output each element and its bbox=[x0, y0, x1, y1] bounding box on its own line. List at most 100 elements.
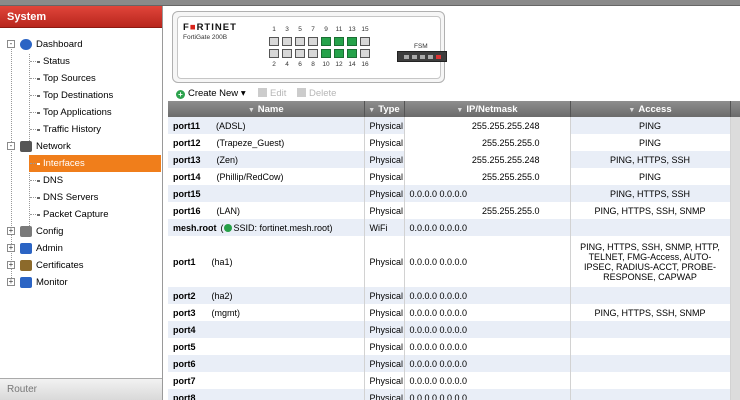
sidebar-item-admin[interactable]: + Admin bbox=[0, 240, 162, 257]
port-icon[interactable] bbox=[347, 49, 357, 58]
port-number: 15 bbox=[361, 26, 369, 33]
interface-name[interactable]: port16 bbox=[173, 206, 201, 216]
port-icon[interactable] bbox=[321, 37, 331, 46]
port-icon[interactable] bbox=[334, 49, 344, 58]
cell-access bbox=[570, 321, 731, 338]
sidebar-item-status[interactable]: Status bbox=[0, 53, 162, 70]
bullet-icon bbox=[37, 129, 40, 131]
sidebar-item-interfaces[interactable]: Interfaces bbox=[0, 155, 162, 172]
cell-name: port2 (ha2) bbox=[168, 287, 365, 304]
sidebar-item-dns-servers[interactable]: DNS Servers bbox=[0, 189, 162, 206]
interface-name[interactable]: port5 bbox=[173, 342, 196, 352]
sidebar-item-dns[interactable]: DNS bbox=[0, 172, 162, 189]
collapse-icon[interactable]: - bbox=[7, 142, 15, 150]
bullet-icon bbox=[37, 214, 40, 216]
interface-name[interactable]: port13 bbox=[173, 155, 201, 165]
interface-name[interactable]: port8 bbox=[173, 393, 196, 400]
table-row[interactable]: port7 Physical 0.0.0.0 0.0.0.0 bbox=[168, 372, 740, 389]
sidebar-item-label: Top Sources bbox=[43, 73, 96, 84]
sidebar-item-dashboard[interactable]: - Dashboard bbox=[0, 36, 162, 53]
port-icon[interactable] bbox=[347, 37, 357, 46]
table-row[interactable]: port5 Physical 0.0.0.0 0.0.0.0 bbox=[168, 338, 740, 355]
interface-name[interactable]: port14 bbox=[173, 172, 201, 182]
table-row[interactable]: port3 (mgmt) Physical 0.0.0.0 0.0.0.0 PING, … bbox=[168, 304, 740, 321]
sidebar-item-label: Network bbox=[36, 141, 71, 152]
expand-icon[interactable]: + bbox=[7, 261, 15, 269]
cell-name: port3 (mgmt) bbox=[168, 304, 365, 321]
interface-name[interactable]: port4 bbox=[173, 325, 196, 335]
fsm-module[interactable] bbox=[397, 51, 447, 62]
cell-name: port8 bbox=[168, 389, 365, 400]
table-row[interactable]: port8 Physical 0.0.0.0 0.0.0.0 bbox=[168, 389, 740, 400]
sidebar-header[interactable]: System bbox=[0, 6, 162, 28]
main-panel: F■RTINET FortiGate 200B FSM 1 3 5 7 9 11 13 15 2… bbox=[164, 6, 740, 400]
port-icon[interactable] bbox=[308, 37, 318, 46]
table-row[interactable]: port2 (ha2) Physical 0.0.0.0 0.0.0.0 bbox=[168, 287, 740, 304]
expand-icon[interactable]: + bbox=[7, 244, 15, 252]
cell-type: Physical bbox=[364, 151, 405, 168]
cell-name: port7 bbox=[168, 372, 365, 389]
sidebar-item-certificates[interactable]: + Certificates bbox=[0, 257, 162, 274]
sidebar-item-top-applications[interactable]: Top Applications bbox=[0, 104, 162, 121]
sidebar-item-monitor[interactable]: + Monitor bbox=[0, 274, 162, 291]
port-icon[interactable] bbox=[321, 49, 331, 58]
table-row[interactable]: port1 (ha1) Physical 0.0.0.0 0.0.0.0 PING, H… bbox=[168, 236, 740, 287]
cell-type: Physical bbox=[364, 168, 405, 185]
port-icon[interactable] bbox=[282, 37, 292, 46]
edit-button[interactable]: Edit bbox=[258, 87, 286, 100]
sidebar-item-traffic-history[interactable]: Traffic History bbox=[0, 121, 162, 138]
expand-icon[interactable]: + bbox=[7, 227, 15, 235]
sidebar-item-network[interactable]: - Network bbox=[0, 138, 162, 155]
column-header-name[interactable]: ▼ Name bbox=[168, 101, 365, 117]
table-row[interactable]: port6 Physical 0.0.0.0 0.0.0.0 bbox=[168, 355, 740, 372]
port-icon[interactable] bbox=[334, 37, 344, 46]
port-icon[interactable] bbox=[269, 37, 279, 46]
interface-name[interactable]: port11 bbox=[173, 121, 200, 131]
interface-name[interactable]: port3 bbox=[173, 308, 196, 318]
cell-extra bbox=[730, 151, 740, 168]
column-header-access[interactable]: ▼ Access bbox=[570, 101, 731, 117]
cell-extra bbox=[730, 219, 740, 236]
sidebar-item-config[interactable]: + Config bbox=[0, 223, 162, 240]
cell-name: port5 bbox=[168, 338, 365, 355]
port-icon[interactable] bbox=[295, 49, 305, 58]
port-icon[interactable] bbox=[360, 37, 370, 46]
sidebar-item-label: Top Destinations bbox=[43, 90, 114, 101]
delete-button[interactable]: Delete bbox=[297, 87, 336, 100]
expand-icon[interactable]: + bbox=[7, 278, 15, 286]
create-new-button[interactable]: + Create New ▾ bbox=[176, 87, 246, 100]
nav-tree: - Dashboard Status Top Sources Top Destinati… bbox=[0, 28, 162, 291]
table-row[interactable]: port12 (Trapeze_Guest) Physical 255.255.255… bbox=[168, 134, 740, 151]
cell-ip-netmask: 0.0.0.0 0.0.0.0 bbox=[404, 321, 571, 338]
sidebar-item-packet-capture[interactable]: Packet Capture bbox=[0, 206, 162, 223]
sidebar-footer[interactable]: Router bbox=[0, 378, 162, 400]
port-icon[interactable] bbox=[269, 49, 279, 58]
port-icon[interactable] bbox=[282, 49, 292, 58]
port-icon[interactable] bbox=[360, 49, 370, 58]
interface-name[interactable]: port1 bbox=[173, 257, 196, 267]
cell-extra bbox=[730, 134, 740, 151]
column-header-ip[interactable]: ▼ IP/Netmask bbox=[404, 101, 571, 117]
interface-name[interactable]: port15 bbox=[173, 189, 201, 199]
table-row[interactable]: port11 (ADSL) Physical 255.255.255.248 PING bbox=[168, 117, 740, 134]
sidebar-item-top-sources[interactable]: Top Sources bbox=[0, 70, 162, 87]
collapse-icon[interactable]: - bbox=[7, 40, 15, 48]
interface-name[interactable]: port6 bbox=[173, 359, 196, 369]
interface-name[interactable]: mesh.root bbox=[173, 223, 217, 233]
cell-type: Physical bbox=[364, 202, 405, 219]
sidebar-item-top-destinations[interactable]: Top Destinations bbox=[0, 87, 162, 104]
interface-name[interactable]: port7 bbox=[173, 376, 196, 386]
table-row[interactable]: port16 (LAN) Physical 255.255.255.0 PING, HT… bbox=[168, 202, 740, 219]
table-row[interactable]: port15 Physical 0.0.0.0 0.0.0.0 PING, HTTPS… bbox=[168, 185, 740, 202]
column-header-type[interactable]: ▼ Type bbox=[364, 101, 405, 117]
port-icon[interactable] bbox=[295, 37, 305, 46]
cell-access: PING bbox=[570, 168, 731, 185]
table-row[interactable]: port14 (Phillip/RedCow) Physical 255.255.25… bbox=[168, 168, 740, 185]
interface-name[interactable]: port2 bbox=[173, 291, 196, 301]
table-row[interactable]: port4 Physical 0.0.0.0 0.0.0.0 bbox=[168, 321, 740, 338]
table-row[interactable]: port13 (Zen) Physical 255.255.255.248 PING, … bbox=[168, 151, 740, 168]
table-row[interactable]: mesh.root (SSID: fortinet.mesh.root) WiFi 0… bbox=[168, 219, 740, 236]
interface-name[interactable]: port12 bbox=[173, 138, 201, 148]
bullet-icon bbox=[37, 112, 40, 114]
port-icon[interactable] bbox=[308, 49, 318, 58]
